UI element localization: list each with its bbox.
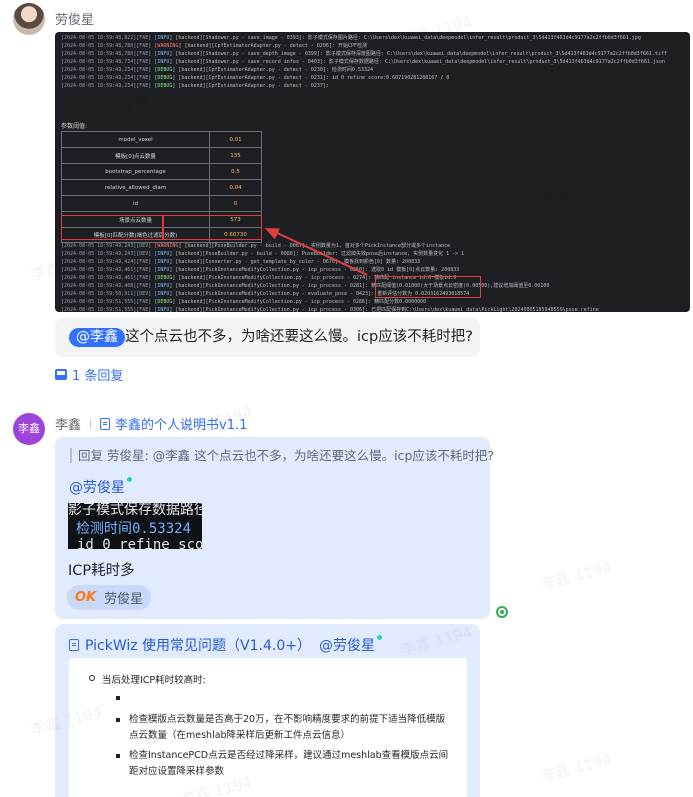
log-line: [2024-08-05 18:59:51,555][FAE] [INFO] [b…: [61, 307, 599, 312]
param-name: model_voxel: [61, 131, 210, 148]
reply-quote[interactable]: 回复 劳俊星: @李鑫 这个点云也不多，为啥还要这么慢。icp应该不耗时把?: [70, 448, 494, 463]
log-line: [2024-08-05 18:59:51,555][FAE] [DEBUG] […: [61, 299, 427, 305]
param-name: 模板[0]点云数量: [61, 147, 210, 164]
avatar[interactable]: 李鑫: [13, 413, 45, 445]
param-value: 0: [209, 195, 262, 212]
doc-card[interactable]: PickWiz 使用常见问题（V1.4.0+） @劳俊星 当后处理ICP耗时较高…: [55, 624, 480, 797]
param-value: 0.5: [209, 163, 262, 180]
table-row: model_voxel 0.01: [61, 131, 262, 148]
log-line: [2024-08-05 18:59:49,234][FAE] [DEBUG] […: [61, 83, 329, 89]
log-line: [2024-08-05 18:59:49,461][FAE] [INFO] [b…: [61, 267, 460, 273]
log-line: [2024-08-05 18:59:48,734][FAE] [INFO] [b…: [61, 59, 665, 65]
table-row: relative_allowed_diam 0.04: [61, 179, 262, 196]
highlight-box-params: [61, 215, 163, 240]
ok-emoji-icon: OK: [75, 590, 97, 605]
personal-manual-link[interactable]: 李鑫的个人说明书v1.1: [115, 414, 247, 433]
list-item: 检查InstancePCD点云是否经过降采样，建议通过meshlab查看模版点云…: [116, 748, 449, 780]
log-line: [2024-08-05 18:59:48,780][FAE] [WARNING]…: [61, 43, 367, 49]
mention-chip[interactable]: @李鑫: [69, 328, 125, 347]
param-value: 0.04: [209, 179, 262, 196]
code-line: 检测时间0.53324: [76, 521, 192, 537]
avatar[interactable]: [13, 3, 45, 35]
code-screenshot[interactable]: 影子模式保存数据路径 检测时间0.53324 id 0 refine scor: [68, 503, 202, 549]
message-text: ICP耗时多: [68, 563, 135, 579]
watermark: 李鑫 1194: [539, 749, 615, 787]
log-line: [2024-08-05 18:59:49,243][DEV] [INFO] [b…: [61, 251, 465, 257]
code-line: 影子模式保存数据路径: [68, 503, 202, 518]
message-bubble[interactable]: @李鑫 这个点云也不多，为啥还要这么慢。icp应该不耗时把?: [55, 318, 480, 357]
table-row: 模板[0]点云数量 135: [61, 147, 262, 164]
comment-icon: [55, 369, 67, 380]
param-value: 0.01: [209, 131, 262, 148]
doc-card-body: 当后处理ICP耗时较高时: 检查模版点云数量是否高于20万，在不影响精度要求的前…: [69, 658, 467, 797]
param-name: id: [61, 195, 210, 212]
code-line: id 0 refine scor: [77, 537, 202, 549]
online-status-dot: [376, 635, 382, 640]
message-text: 这个点云也不多，为啥还要这么慢。icp应该不耗时把?: [125, 329, 473, 345]
log-screenshot[interactable]: [2024-08-05 18:59:48,822][FAE] [INFO] [b…: [55, 32, 690, 312]
param-value: 135: [209, 147, 262, 164]
param-name: relative_allowed_diam: [61, 179, 210, 196]
params-title: 参数阈值:: [61, 123, 88, 130]
arrow-head-annotation: [262, 222, 280, 240]
reaction-user: 劳俊星: [104, 592, 144, 607]
highlight-box-time: [375, 276, 481, 298]
doc-icon: [100, 417, 111, 430]
log-line: [2024-08-05 18:59:49,234][FAE] [DEBUG] […: [61, 75, 450, 81]
online-status-dot: [127, 477, 132, 482]
log-line: [2024-08-05 18:59:48,780][FAE] [INFO] [b…: [61, 51, 667, 57]
table-row: bootstrap_percentage 0.5: [61, 163, 262, 180]
doc-card-title[interactable]: PickWiz 使用常见问题（V1.4.0+） @劳俊星: [69, 635, 382, 655]
sender-row: 李鑫 李鑫的个人说明书v1.1: [55, 414, 247, 433]
sender-name[interactable]: 李鑫: [55, 414, 81, 433]
table-row: id 0: [61, 195, 262, 212]
message-bubble[interactable]: 回复 劳俊星: @李鑫 这个点云也不多，为啥还要这么慢。icp应该不耗时把? @…: [55, 437, 494, 619]
log-line: [2024-08-05 18:59:49,424][FAE] [INFO] [b…: [61, 259, 421, 265]
param-name: bootstrap_percentage: [61, 163, 210, 180]
log-line: [2024-08-05 18:59:49,243][DEV] [WARNING]…: [61, 243, 451, 249]
list-item: 检查模版点云数量是否高于20万，在不影响精度要求的前提下适当降低模版点云数量（在…: [116, 712, 449, 744]
doc-icon: [69, 639, 79, 651]
divider: [90, 417, 92, 430]
watermark: 李鑫 1194: [539, 557, 615, 595]
highlight-box-score: [163, 215, 262, 240]
reply-count: 1 条回复: [72, 369, 124, 384]
doc-title-text: PickWiz 使用常见问题（V1.4.0+）: [85, 638, 311, 654]
list-item: 当后处理ICP耗时较高时:: [89, 672, 206, 686]
list-item: [116, 690, 449, 706]
sender-name[interactable]: 劳俊星: [55, 9, 94, 28]
log-line: [2024-08-05 18:59:48,822][FAE] [INFO] [b…: [61, 35, 641, 41]
reaction-chip[interactable]: OK 劳俊星: [67, 585, 151, 610]
read-status-icon[interactable]: [496, 606, 508, 618]
mention-link[interactable]: @劳俊星: [69, 477, 132, 497]
thread-reply-link[interactable]: 1 条回复: [55, 365, 123, 384]
mention-link[interactable]: @劳俊星: [319, 635, 382, 655]
log-line: [2024-08-05 18:59:49,234][FAE] [DEBUG] […: [61, 67, 374, 73]
